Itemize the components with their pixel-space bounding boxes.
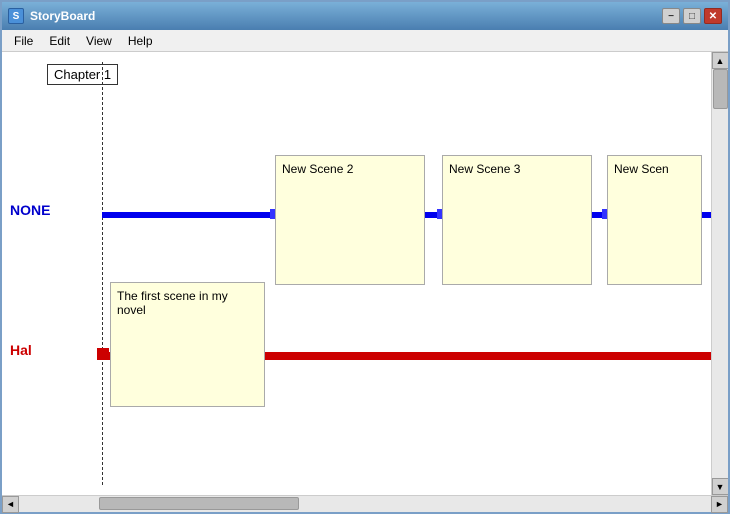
scene-card-3[interactable]: New Scene 3 bbox=[442, 155, 592, 285]
chapter-label: Chapter 1 bbox=[47, 64, 118, 85]
scroll-left-button[interactable]: ◄ bbox=[2, 496, 19, 513]
title-bar-left: S StoryBoard bbox=[8, 8, 95, 24]
scene-card-4[interactable]: New Scen bbox=[607, 155, 702, 285]
scene-card-4-label: New Scen bbox=[614, 162, 669, 176]
maximize-button[interactable]: □ bbox=[683, 8, 701, 24]
title-bar: S StoryBoard − □ ✕ bbox=[2, 2, 728, 30]
scroll-track-horizontal[interactable] bbox=[19, 496, 711, 512]
main-window: S StoryBoard − □ ✕ File Edit View Help C… bbox=[0, 0, 730, 514]
menu-edit[interactable]: Edit bbox=[41, 32, 78, 50]
hal-scene-card[interactable]: The first scene in my novel bbox=[110, 282, 265, 407]
menu-help[interactable]: Help bbox=[120, 32, 161, 50]
scroll-down-button[interactable]: ▼ bbox=[712, 478, 729, 495]
hal-scene-text: The first scene in my novel bbox=[117, 289, 228, 317]
scene-card-2[interactable]: New Scene 2 bbox=[275, 155, 425, 285]
hal-label: Hal bbox=[10, 342, 32, 358]
scene-card-2-label: New Scene 2 bbox=[282, 162, 353, 176]
window-controls: − □ ✕ bbox=[662, 8, 722, 24]
none-label: NONE bbox=[10, 202, 50, 218]
scroll-thumb-horizontal[interactable] bbox=[99, 497, 299, 510]
app-icon: S bbox=[8, 8, 24, 24]
content-area: Chapter 1 NONE New Scene 2 New Scene 3 N… bbox=[2, 52, 728, 495]
minimize-button[interactable]: − bbox=[662, 8, 680, 24]
scroll-right-button[interactable]: ► bbox=[711, 496, 728, 513]
menu-view[interactable]: View bbox=[78, 32, 120, 50]
vertical-scrollbar[interactable]: ▲ ▼ bbox=[711, 52, 728, 495]
scroll-up-button[interactable]: ▲ bbox=[712, 52, 729, 69]
close-button[interactable]: ✕ bbox=[704, 8, 722, 24]
menu-bar: File Edit View Help bbox=[2, 30, 728, 52]
scroll-thumb-vertical[interactable] bbox=[713, 69, 728, 109]
main-canvas[interactable]: Chapter 1 NONE New Scene 2 New Scene 3 N… bbox=[2, 52, 711, 495]
chapter-divider bbox=[102, 62, 103, 485]
scene-card-3-label: New Scene 3 bbox=[449, 162, 520, 176]
window-title: StoryBoard bbox=[30, 9, 95, 23]
scroll-track-vertical[interactable] bbox=[712, 69, 728, 478]
horizontal-scrollbar[interactable]: ◄ ► bbox=[2, 495, 728, 512]
menu-file[interactable]: File bbox=[6, 32, 41, 50]
